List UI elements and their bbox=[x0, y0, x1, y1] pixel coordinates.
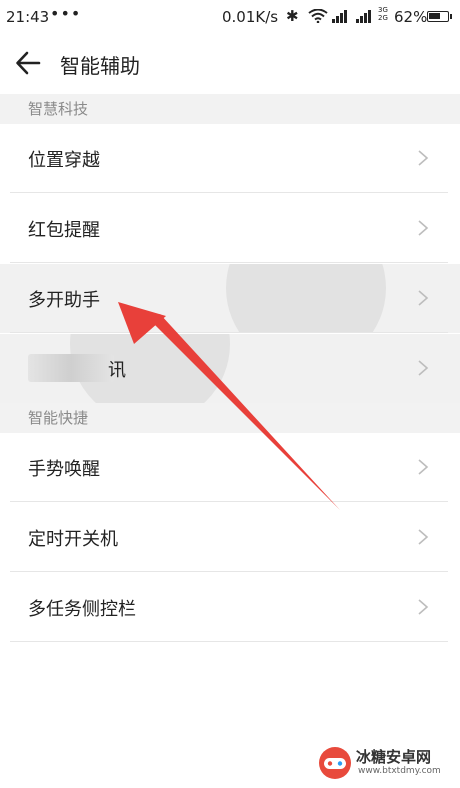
list-item-label: 红包提醒 bbox=[28, 220, 100, 241]
watermark-title: 冰糖安卓网 bbox=[356, 748, 432, 766]
chevron-right-icon bbox=[418, 360, 429, 376]
chevron-right-icon bbox=[418, 220, 429, 236]
list-item-gesture-wake[interactable]: 手势唤醒 bbox=[0, 433, 460, 502]
watermark: 冰糖安卓网 www.btxtdmy.com bbox=[318, 744, 454, 784]
page-title: 智能辅助 bbox=[60, 54, 140, 78]
section-header-smart-tech: 智慧科技 bbox=[0, 94, 460, 124]
wifi-icon bbox=[308, 9, 328, 23]
battery-fill bbox=[429, 13, 440, 19]
network-type-top: 3G bbox=[378, 6, 388, 14]
watermark-logo-icon bbox=[319, 747, 351, 779]
signal-icon bbox=[332, 9, 347, 23]
title-bar: 智能辅助 bbox=[0, 34, 460, 92]
divider bbox=[10, 192, 448, 193]
status-bar: 21:43 ••• 0.01K/s ✱ 3G 2G 62% bbox=[0, 0, 460, 34]
chevron-right-icon bbox=[418, 599, 429, 615]
chevron-right-icon bbox=[418, 459, 429, 475]
divider bbox=[10, 501, 448, 502]
list-item-label: 位置穿越 bbox=[28, 150, 100, 171]
chevron-right-icon bbox=[418, 290, 429, 306]
list-item-multitask-sidebar[interactable]: 多任务侧控栏 bbox=[0, 573, 460, 642]
section-header-smart-shortcuts: 智能快捷 bbox=[0, 403, 460, 433]
more-notifications-icon: ••• bbox=[50, 4, 82, 23]
divider bbox=[10, 332, 448, 333]
signal-secondary-icon bbox=[356, 9, 371, 23]
list-item-label: 手势唤醒 bbox=[28, 459, 100, 480]
bluetooth-icon: ✱ bbox=[286, 7, 299, 25]
battery-icon bbox=[427, 11, 452, 22]
divider bbox=[10, 641, 448, 642]
status-time: 21:43 bbox=[6, 8, 50, 26]
list-item-scheduled-power[interactable]: 定时开关机 bbox=[0, 503, 460, 572]
list-item-red-packet[interactable]: 红包提醒 bbox=[0, 194, 460, 263]
list-item-location[interactable]: 位置穿越 bbox=[0, 124, 460, 193]
network-type-bottom: 2G bbox=[378, 14, 388, 22]
watermark-url: www.btxtdmy.com bbox=[358, 766, 441, 776]
press-ripple bbox=[226, 264, 386, 333]
network-type-label: 3G 2G bbox=[378, 6, 388, 22]
chevron-right-icon bbox=[418, 150, 429, 166]
list-item-multi-open[interactable]: 多开助手 bbox=[0, 264, 460, 333]
list-item-label: 多开助手 bbox=[28, 290, 100, 311]
obscured-label-tail: 讯 bbox=[108, 360, 126, 381]
divider bbox=[10, 571, 448, 572]
obscured-label-mask bbox=[28, 354, 114, 382]
battery-percent: 62% bbox=[394, 8, 428, 26]
network-speed: 0.01K/s bbox=[222, 8, 279, 26]
divider bbox=[10, 262, 448, 263]
list-item-label: 多任务侧控栏 bbox=[28, 599, 136, 620]
list-item-label: 定时开关机 bbox=[28, 529, 118, 550]
chevron-right-icon bbox=[418, 529, 429, 545]
list-item-obscured[interactable]: 讯 bbox=[0, 334, 460, 403]
back-arrow-icon[interactable] bbox=[14, 50, 42, 76]
